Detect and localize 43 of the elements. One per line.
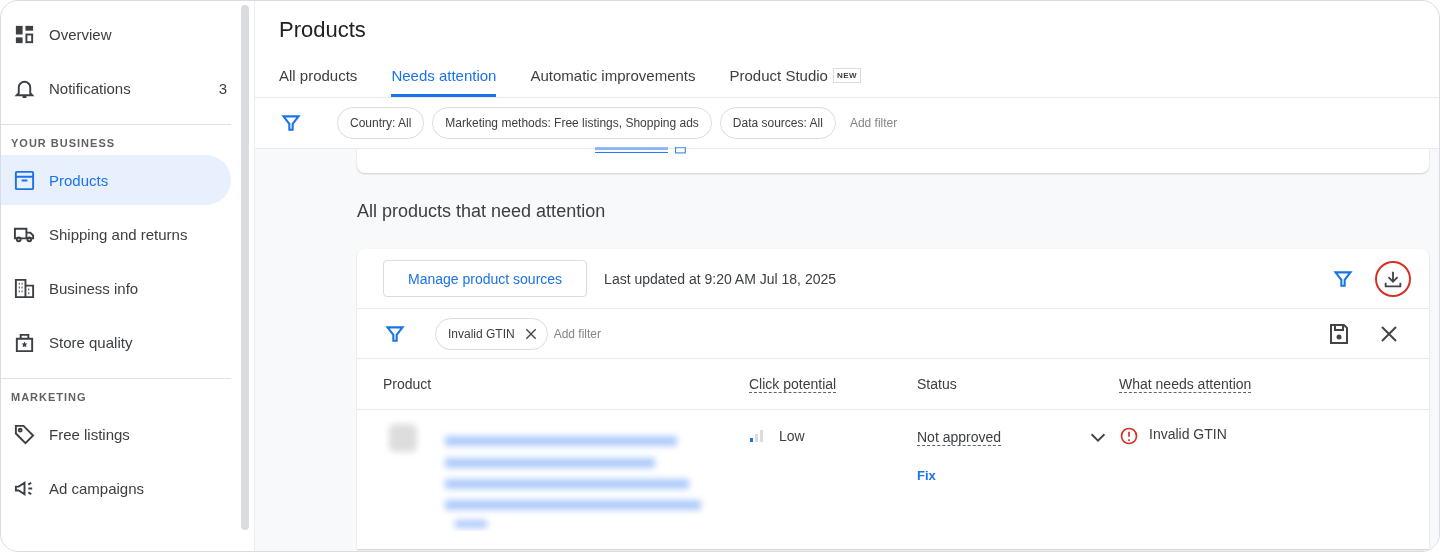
column-header[interactable]: Product xyxy=(383,376,432,392)
nav-item[interactable]: Ad campaigns xyxy=(1,463,231,513)
fix-link[interactable]: Fix xyxy=(917,468,1119,483)
filter-chip[interactable]: Data sources: All xyxy=(719,107,836,139)
scrollbar[interactable] xyxy=(241,5,249,530)
nav-item[interactable]: Store quality xyxy=(1,317,231,367)
nav-item[interactable]: Overview xyxy=(1,9,231,59)
new-badge: NEW xyxy=(832,68,862,83)
status-value: Not approved xyxy=(917,428,1002,446)
filter-icon[interactable] xyxy=(385,323,405,344)
manage-sources-button[interactable]: Manage product sources xyxy=(383,260,588,297)
filter-chip[interactable]: Country: All xyxy=(337,107,425,139)
tab[interactable]: All products xyxy=(279,63,358,97)
add-filter-link[interactable]: Add filter xyxy=(553,326,602,341)
click-potential-value: Low xyxy=(779,428,805,444)
column-header[interactable]: What needs attention xyxy=(1119,376,1252,393)
nav-item[interactable]: Notifications 3 xyxy=(1,63,231,113)
tab[interactable]: Automatic improvements xyxy=(530,63,696,97)
nav-item[interactable]: Business info xyxy=(1,263,231,313)
tab[interactable]: Needs attention xyxy=(391,63,497,97)
error-icon xyxy=(1119,426,1139,446)
section-title: All products that need attention xyxy=(357,201,607,222)
nav-item[interactable]: Free listings xyxy=(1,409,231,459)
tab[interactable]: Product Studio NEW xyxy=(729,63,862,97)
nav-item[interactable]: Shipping and returns xyxy=(1,209,231,259)
filter-icon[interactable] xyxy=(1333,268,1353,289)
issue-text: Invalid GTIN xyxy=(1149,426,1227,442)
filter-chip[interactable]: Marketing methods: Free listings, Shopping ads xyxy=(432,107,712,139)
section-label: YOUR BUSINESS xyxy=(10,136,117,151)
page-title: Products xyxy=(279,17,367,43)
last-updated-text: Last updated at 9:20 AM Jul 18, 2025 xyxy=(604,270,837,287)
filter-icon[interactable] xyxy=(281,113,301,133)
section-label: MARKETING xyxy=(10,390,88,405)
download-button[interactable] xyxy=(1375,260,1411,297)
column-header[interactable]: Status xyxy=(917,376,957,392)
building-icon xyxy=(13,276,36,300)
notification-count: 3 xyxy=(218,79,227,97)
tag-icon xyxy=(13,422,36,446)
save-icon[interactable] xyxy=(1327,321,1351,346)
column-header[interactable]: Click potential xyxy=(749,376,837,393)
archive-icon xyxy=(13,168,36,192)
add-filter-link[interactable]: Add filter xyxy=(849,116,898,130)
nav-item[interactable]: Products xyxy=(1,155,231,205)
